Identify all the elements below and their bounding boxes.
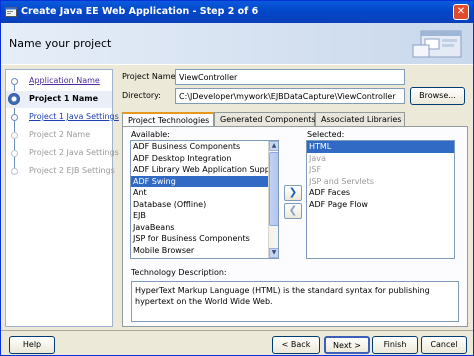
- step-label: Project 2 Java Settings: [29, 148, 119, 157]
- remove-selected-button[interactable]: ❮: [284, 203, 302, 219]
- available-list[interactable]: ADF Business Components ADF Desktop Inte…: [130, 140, 279, 259]
- finish-button[interactable]: Finish: [372, 336, 418, 354]
- help-button[interactable]: Help: [9, 336, 55, 354]
- close-icon: ✕: [456, 6, 466, 17]
- list-item[interactable]: JavaBeans: [131, 222, 278, 234]
- list-item[interactable]: Mobile Browser: [131, 245, 278, 257]
- directory-label: Directory:: [122, 91, 161, 100]
- step-project-2-java-settings: Project 2 Java Settings: [6, 145, 119, 162]
- tab-generated-components[interactable]: Generated Components: [214, 112, 316, 126]
- list-item[interactable]: ADF Business Components: [131, 141, 278, 153]
- step-label: Project 2 Name: [29, 130, 91, 139]
- tab-associated-libraries[interactable]: Associated Libraries: [315, 112, 405, 126]
- step-dot-icon: [11, 168, 18, 175]
- list-item[interactable]: Ant: [131, 187, 278, 199]
- jdeveloper-app-icon: [5, 7, 17, 17]
- wizard-window: Create Java EE Web Application - Step 2 …: [0, 0, 474, 356]
- window-title: Create Java EE Web Application - Step 2 …: [21, 6, 259, 17]
- list-item: JSF: [309, 165, 322, 174]
- list-item[interactable]: JSP for Business Components: [131, 233, 278, 245]
- scroll-up-icon[interactable]: ▲: [269, 141, 278, 151]
- title-bar[interactable]: Create Java EE Web Application - Step 2 …: [1, 1, 473, 23]
- list-item-selected[interactable]: HTML: [307, 141, 454, 153]
- back-button[interactable]: < Back: [272, 336, 320, 354]
- page-title: Name your project: [9, 37, 112, 50]
- current-step-icon: [8, 93, 20, 105]
- project-name-field[interactable]: ViewController: [175, 69, 405, 85]
- directory-field[interactable]: C:\JDeveloper\mywork\EJBDataCapture\View…: [175, 88, 405, 104]
- step-project-2-name: Project 2 Name: [6, 127, 112, 144]
- available-list-scrollbar[interactable]: ▲ ▼: [268, 141, 278, 258]
- step-label: Application Name: [29, 76, 100, 85]
- step-project-1-name[interactable]: Project 1 Name: [6, 91, 112, 108]
- tab-project-technologies[interactable]: Project Technologies: [122, 112, 214, 127]
- arrow-left-icon: ❮: [288, 205, 298, 216]
- available-label: Available:: [131, 130, 170, 139]
- step-dot-icon: [11, 132, 18, 139]
- step-label: Project 1 Name: [29, 94, 99, 103]
- next-button[interactable]: Next >: [324, 336, 370, 354]
- technology-description-box: HyperText Markup Language (HTML) is the …: [131, 281, 459, 322]
- step-project-2-ejb-settings: Project 2 EJB Settings: [6, 163, 115, 180]
- scroll-down-icon[interactable]: ▼: [269, 248, 278, 258]
- list-item[interactable]: EJB: [131, 210, 278, 222]
- step-label: Project 2 EJB Settings: [29, 166, 115, 175]
- list-item[interactable]: ADF Library Web Application Support: [131, 164, 278, 176]
- wizard-banner-icon: [412, 30, 462, 58]
- project-name-label: Project Name:: [122, 72, 179, 81]
- wizard-steps-panel: Application Name Project 1 Name Project …: [5, 69, 119, 327]
- browse-button[interactable]: Browse...: [410, 87, 465, 105]
- scrollbar-thumb[interactable]: [269, 152, 278, 226]
- close-window-button[interactable]: ✕: [453, 4, 469, 20]
- list-item[interactable]: ADF Page Flow: [307, 199, 454, 211]
- footer-divider: [1, 330, 473, 331]
- list-item[interactable]: ADF Faces: [307, 187, 454, 199]
- cancel-button[interactable]: Cancel: [421, 336, 467, 354]
- wizard-header: Name your project: [1, 23, 473, 65]
- list-item[interactable]: Database (Offline): [131, 199, 278, 211]
- step-dot-icon: [11, 150, 18, 157]
- list-item[interactable]: ADF Desktop Integration: [131, 153, 278, 165]
- add-selected-button[interactable]: ❯: [284, 185, 302, 201]
- list-item-selected[interactable]: ADF Swing: [131, 175, 278, 187]
- technology-description-label: Technology Description:: [131, 268, 227, 277]
- step-label: Project 1 Java Settings: [29, 112, 119, 121]
- step-project-1-java-settings[interactable]: Project 1 Java Settings: [6, 109, 119, 126]
- selected-list[interactable]: HTML Java JSF JSP and Servlets ADF Faces…: [306, 140, 455, 259]
- step-application-name[interactable]: Application Name: [6, 73, 112, 90]
- list-item: JSP and Servlets: [309, 176, 374, 186]
- arrow-right-icon: ❯: [288, 187, 298, 198]
- selected-label: Selected:: [307, 130, 345, 139]
- step-dot-icon: [11, 78, 18, 85]
- list-item: Java: [309, 153, 326, 163]
- step-dot-icon: [11, 114, 18, 121]
